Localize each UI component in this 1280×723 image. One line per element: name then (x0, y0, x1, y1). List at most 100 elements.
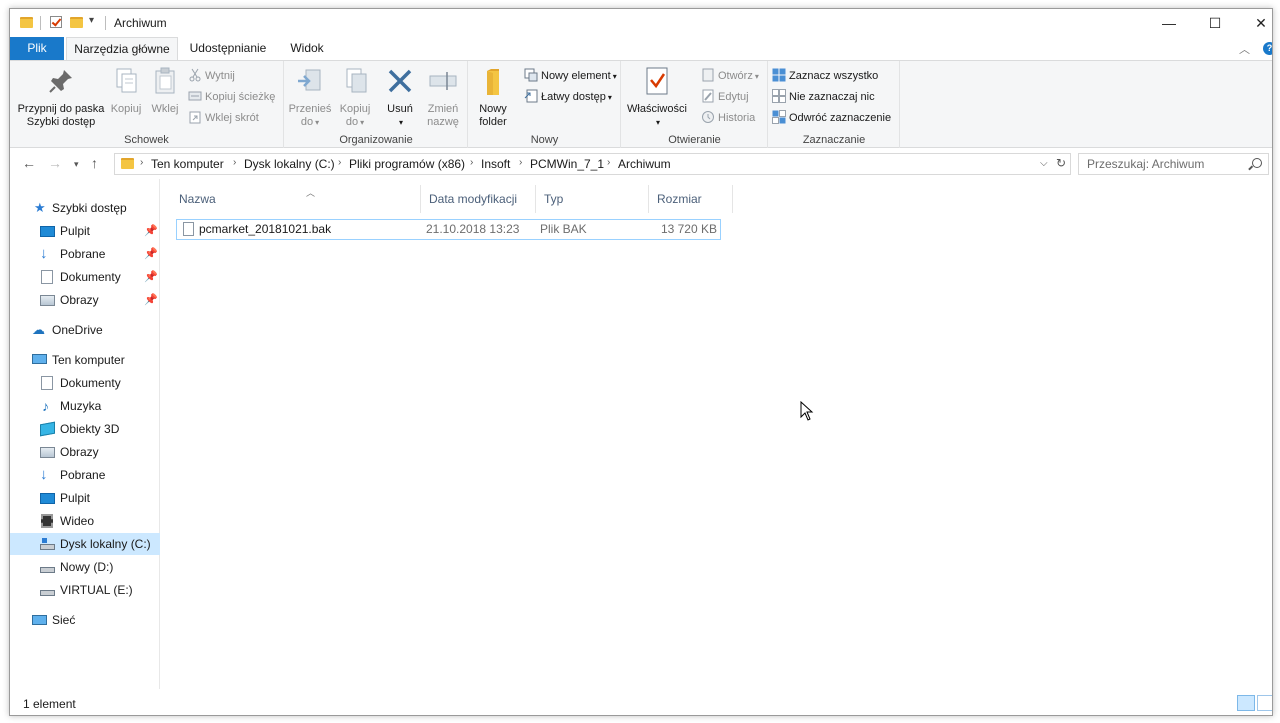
pin-quick-access-button[interactable]: Przypnij do paska Szybki dostęp (16, 65, 106, 129)
open-button[interactable]: Otwórz ▾ (701, 67, 759, 85)
breadcrumb-separator[interactable]: › (607, 157, 610, 168)
back-arrow-icon[interactable]: ← (22, 155, 36, 171)
nav-pc-3d-objects[interactable]: Obiekty 3D (10, 418, 160, 440)
breadcrumb-separator[interactable]: › (140, 157, 143, 168)
nav-quick-pictures[interactable]: Obrazy 📌 (10, 289, 160, 311)
nav-pc-videos[interactable]: Wideo (10, 510, 160, 532)
new-item-button[interactable]: Nowy element ▾ (524, 67, 617, 85)
easy-access-button[interactable]: Łatwy dostęp ▾ (524, 88, 612, 106)
new-folder-quick-icon[interactable] (70, 17, 83, 28)
pin-icon[interactable]: 📌 (144, 266, 158, 288)
pictures-icon (40, 447, 55, 458)
address-history-chevron-icon[interactable]: ⌵ (1040, 158, 1048, 169)
edit-button[interactable]: Edytuj (701, 88, 749, 106)
maximize-button[interactable]: ☐ (1192, 9, 1238, 37)
move-to-button[interactable]: Przenieś do ▾ (288, 65, 332, 129)
breadcrumb-archiwum[interactable]: Archiwum (618, 157, 671, 171)
copy-to-label-2: do ▾ (345, 116, 365, 128)
search-input[interactable]: Przeszukaj: Archiwum (1078, 153, 1269, 175)
properties-button[interactable]: Właściwości ▾ (626, 65, 688, 129)
breadcrumb-local-disk[interactable]: Dysk lokalny (C:) (244, 157, 335, 171)
delete-chevron-icon[interactable]: ▾ (385, 116, 417, 129)
copy-to-button[interactable]: Kopiuj do ▾ (335, 65, 375, 129)
nav-quick-documents[interactable]: Dokumenty 📌 (10, 266, 160, 288)
paste-label: Wklej (151, 103, 179, 115)
large-icons-view-icon[interactable] (1257, 695, 1272, 711)
file-name: pcmarket_20181021.bak (199, 222, 332, 236)
properties-label: Właściwości (627, 103, 687, 115)
nav-quick-downloads[interactable]: ↓ Pobrane 📌 (10, 243, 160, 265)
help-icon[interactable]: ? (1263, 42, 1272, 55)
search-placeholder: Przeszukaj: Archiwum (1087, 157, 1205, 171)
forward-arrow-icon[interactable]: → (48, 155, 62, 171)
properties-quick-icon[interactable] (50, 16, 62, 28)
nav-quick-desktop[interactable]: Pulpit 📌 (10, 220, 160, 242)
collapse-ribbon-chevron-icon[interactable]: ︿ (1239, 41, 1250, 57)
minimize-button[interactable]: — (1146, 9, 1192, 37)
clipboard-group: Przypnij do paska Szybki dostęp Kopiuj W… (10, 61, 284, 148)
column-header-size[interactable]: Rozmiar (649, 185, 733, 213)
nav-drive-d[interactable]: Nowy (D:) (10, 556, 160, 578)
nav-this-pc[interactable]: Ten komputer (10, 349, 160, 371)
nav-drive-e[interactable]: VIRTUAL (E:) (10, 579, 160, 601)
nav-onedrive[interactable]: ☁ OneDrive (10, 319, 160, 341)
breadcrumb-pcmwin[interactable]: PCMWin_7_1 (530, 157, 604, 171)
breadcrumb-this-pc[interactable]: Ten komputer (151, 157, 224, 171)
copy-path-button[interactable]: Kopiuj ścieżkę (188, 88, 275, 106)
new-folder-label-1: Nowy (479, 103, 507, 115)
address-bar[interactable]: › Ten komputer › Dysk lokalny (C:) › Pli… (114, 153, 1071, 175)
customize-qat-chevron-icon[interactable]: ▾ (89, 15, 94, 26)
window-title: Archiwum (114, 16, 167, 30)
breadcrumb-separator[interactable]: › (519, 157, 522, 168)
recent-locations-chevron-icon[interactable]: ▾ (74, 159, 79, 170)
tab-home[interactable]: Narzędzia główne (66, 37, 178, 61)
column-header-name[interactable]: Nazwa ︿ (171, 185, 421, 213)
search-icon[interactable] (1252, 158, 1262, 168)
nav-pc-pictures[interactable]: Obrazy (10, 441, 160, 463)
tab-share[interactable]: Udostępnianie (182, 37, 274, 60)
nav-pc-desktop[interactable]: Pulpit (10, 487, 160, 509)
details-view-icon[interactable] (1237, 695, 1255, 711)
up-arrow-icon[interactable]: ↑ (91, 155, 98, 171)
nav-pc-desktop-label: Pulpit (60, 491, 91, 505)
new-folder-button[interactable]: Nowy folder (473, 65, 513, 129)
breadcrumb-program-files[interactable]: Pliki programów (x86) (349, 157, 465, 171)
tab-file[interactable]: Plik (10, 37, 64, 60)
history-button[interactable]: Historia (701, 109, 755, 127)
tab-view[interactable]: Widok (280, 37, 334, 60)
breadcrumb-separator[interactable]: › (233, 157, 236, 168)
close-button[interactable]: ✕ (1238, 9, 1272, 37)
breadcrumb-separator[interactable]: › (470, 157, 473, 168)
select-none-button[interactable]: Nie zaznaczaj nic (772, 88, 875, 106)
nav-drive-c[interactable]: Dysk lokalny (C:) (10, 533, 160, 555)
location-folder-icon (121, 158, 134, 169)
properties-chevron-icon[interactable]: ▾ (628, 116, 688, 129)
nav-network[interactable]: Sieć (10, 609, 160, 631)
star-icon: ★ (34, 200, 46, 215)
invert-selection-button[interactable]: Odwróć zaznaczenie (772, 109, 891, 127)
pin-icon[interactable]: 📌 (144, 243, 158, 265)
nav-pc-music[interactable]: ♪ Muzyka (10, 395, 160, 417)
refresh-icon[interactable]: ↻ (1056, 156, 1066, 170)
paste-button[interactable]: Wklej (148, 65, 182, 116)
table-row[interactable]: pcmarket_20181021.bak 21.10.2018 13:23 P… (176, 219, 721, 240)
rename-button[interactable]: Zmień nazwę (423, 65, 463, 129)
delete-button[interactable]: Usuń ▾ (383, 65, 417, 129)
paste-shortcut-button[interactable]: Wklej skrót (188, 109, 259, 127)
nav-pc-downloads[interactable]: ↓ Pobrane (10, 464, 160, 486)
film-icon (41, 514, 53, 528)
copy-button[interactable]: Kopiuj (108, 65, 144, 116)
cut-button[interactable]: Wytnij (188, 67, 235, 85)
select-all-button[interactable]: Zaznacz wszystko (772, 67, 878, 85)
title-bar: ▾ Archiwum — ☐ ✕ (10, 9, 1272, 37)
column-header-type[interactable]: Typ (536, 185, 649, 213)
pin-icon[interactable]: 📌 (144, 220, 158, 242)
breadcrumb-insoft[interactable]: Insoft (481, 157, 510, 171)
breadcrumb-separator[interactable]: › (338, 157, 341, 168)
nav-quick-access[interactable]: ★ Szybki dostęp (10, 197, 160, 219)
cut-label: Wytnij (205, 70, 235, 82)
nav-network-label: Sieć (52, 613, 76, 627)
pin-icon[interactable]: 📌 (144, 289, 158, 311)
nav-pc-documents[interactable]: Dokumenty (10, 372, 160, 394)
column-header-modified[interactable]: Data modyfikacji (421, 185, 536, 213)
